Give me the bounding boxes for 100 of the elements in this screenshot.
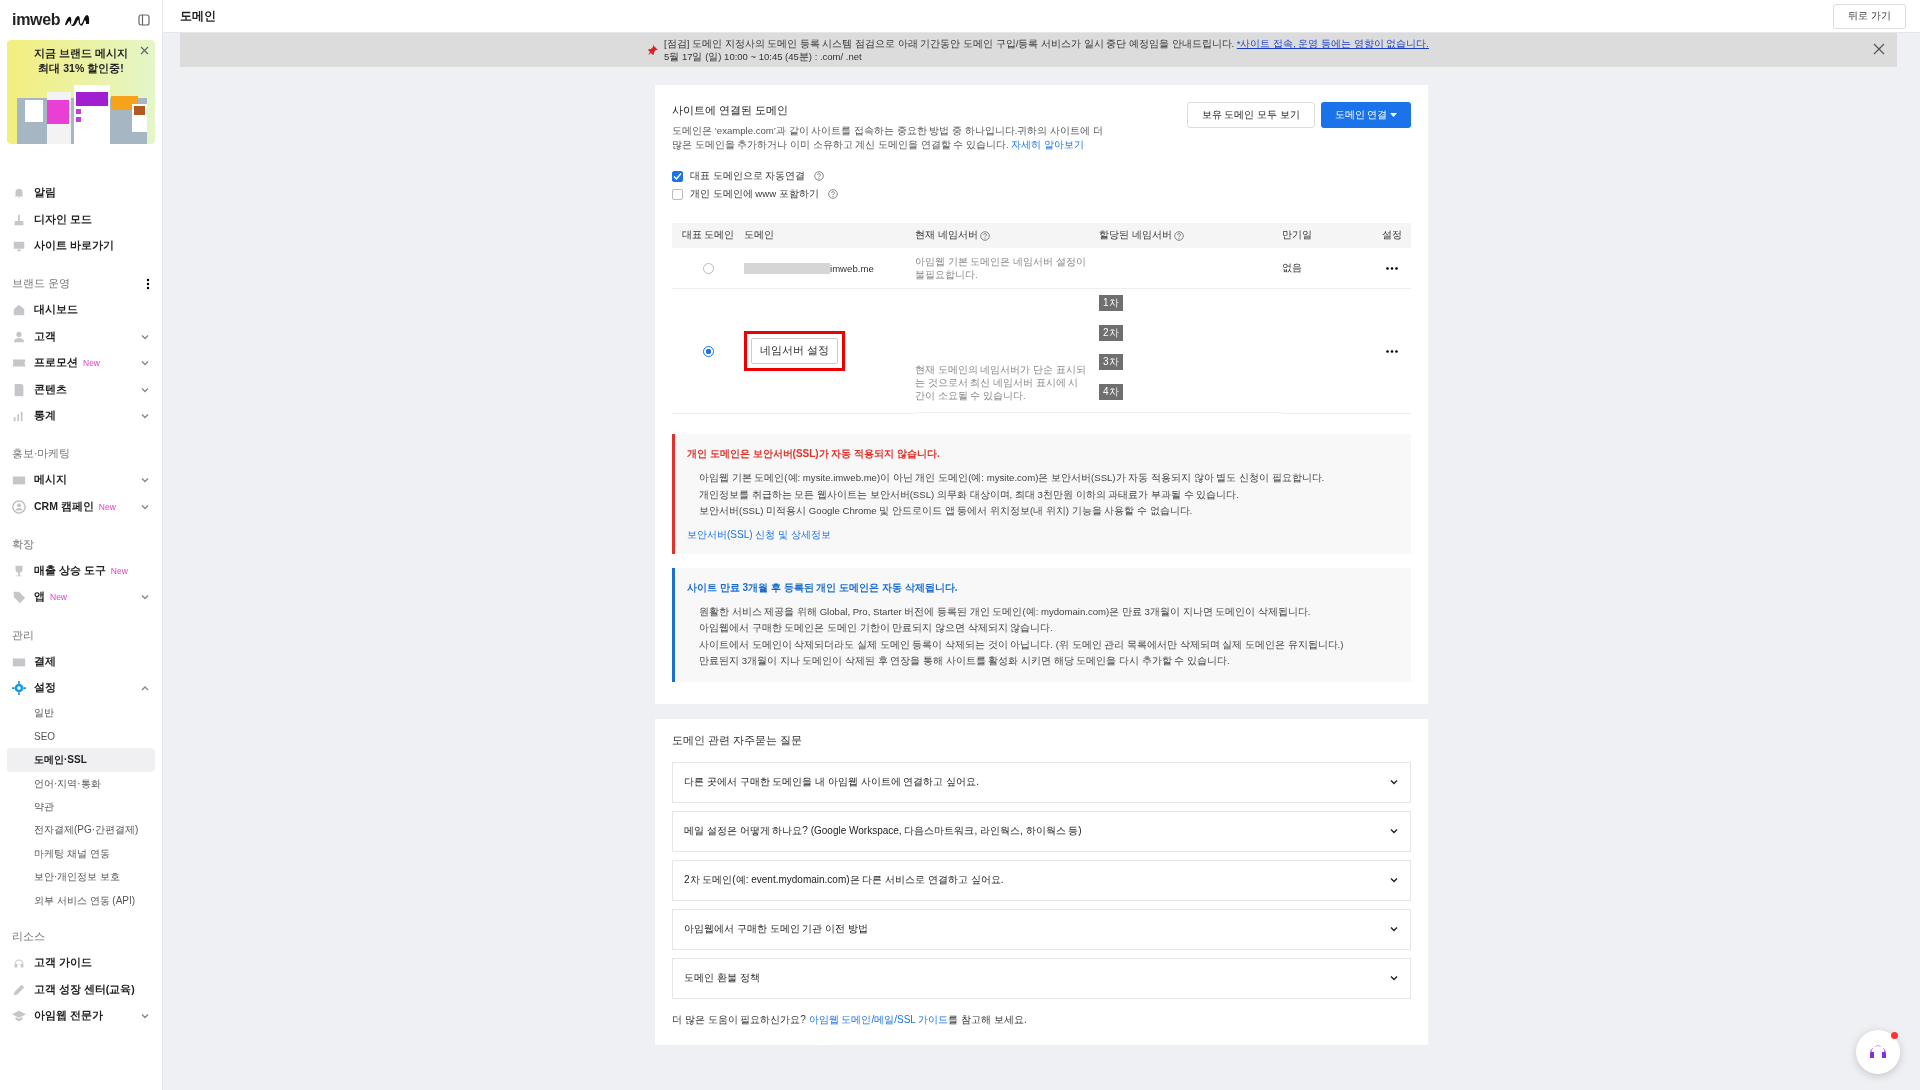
notification-dot (1891, 1032, 1898, 1039)
pencil-icon (12, 982, 26, 997)
chat-button[interactable] (1856, 1030, 1900, 1074)
alert-text: 원활한 서비스 제공을 위해 Global, Pro, Starter 버전에 등록된 개인 도메인(예: mydomain.com)은 만료 3개월이 지나면 도메인이 삭제됩니다. (698, 604, 1312, 619)
menu-item[interactable]: 설정 (7, 675, 155, 702)
description-text: 도메인은 ‘example.com’과 같이 사이트를 접속하는 중요한 방법 중 하나입니다.귀하의 사이트에 더 많은 도메인을 추가하거나 이미 소유하고 계신 도메인을 연결할 수 있습니다. 자세히 알아보기 (672, 124, 1104, 152)
menu-item[interactable]: 메시지 (7, 467, 155, 494)
menu-item[interactable]: 고객 가이드 (7, 950, 155, 977)
nameserver-tag: 2차 (1099, 324, 1123, 341)
expiry-date: 없음 (1282, 261, 1302, 275)
submenu-item[interactable]: 일반 (7, 701, 155, 725)
help-icon[interactable] (814, 171, 825, 181)
group-heading: 브랜드 운영 (12, 277, 70, 292)
sidebar-toggle-icon[interactable] (138, 14, 150, 26)
back-button[interactable]: 뒤로 가기 (1833, 3, 1906, 29)
document-icon (12, 382, 26, 397)
learn-more-link[interactable]: 자세히 알아보기 (1011, 139, 1084, 150)
menu-item[interactable]: 결제 (7, 648, 155, 676)
domain-name: imweb.me (830, 262, 874, 274)
new-label: New (98, 501, 116, 512)
guide-link[interactable]: 아임웹 도메인/메일/SSL 가이드 (808, 1013, 949, 1025)
radio-button[interactable] (702, 345, 714, 357)
nameserver-tag: 1차 (1099, 295, 1123, 311)
alert-text: 사이트에서 도메인이 삭제되더라도 실제 도메인 등록이 삭제되는 것이 아닙니다. (위 도메인 관리 목록에서만 삭제되며 실제 도메인은 유지됩니다.) (698, 637, 1345, 652)
alert-text: 만료된지 3개월이 지나 도메인이 삭제된 후 연장을 통해 사이트를 활성화 시키면 해당 도메인을 다시 추가할 수 있습니다. (698, 654, 1231, 668)
chevron-icon[interactable] (1389, 826, 1399, 836)
menu-item[interactable]: 통계 (7, 402, 155, 430)
menu-item[interactable]: 대시보드 (7, 297, 155, 324)
chevron-icon[interactable] (1389, 777, 1399, 787)
pin-icon (648, 45, 658, 55)
alert-text: 보안서버(SSL) 미적용시 Google Chrome 및 안드로이드 앱 등에서 위치정보(내 위치) 기능을 사용할 수 없습니다. (698, 504, 1194, 518)
column-header: 설정 (1381, 229, 1402, 242)
connect-domain-button[interactable]: 도메인 연결 (1320, 102, 1411, 128)
submenu-item[interactable]: 도메인·SSL (7, 748, 155, 772)
menu-item[interactable]: 콘텐츠 (7, 376, 155, 403)
schedule-text: 5월 17일 (일) 10:00 ~ 10:45 (45분) : .com/ .net (664, 50, 863, 63)
group-heading: 홍보·마케팅 (12, 447, 71, 462)
menu-item[interactable]: 고객 성장 센터(교육) (7, 976, 155, 1003)
help-icon[interactable] (827, 189, 838, 199)
menu-item[interactable]: 고객 (7, 323, 155, 350)
ssl-info-link[interactable]: 보안서버(SSL) 신청 및 상세정보 (687, 527, 831, 542)
column-header: 만기일 (1282, 229, 1312, 242)
tag-icon (12, 590, 26, 605)
submenu-item[interactable]: 외부 서비스 연동 (API) (7, 888, 155, 912)
submenu-item[interactable]: 마케팅 채널 연동 (7, 841, 155, 866)
column-header: 도메인 (744, 229, 774, 242)
chevron-icon[interactable] (1389, 973, 1399, 983)
column-header: 현재 네임서버 (915, 229, 978, 242)
menu-item[interactable]: 알림 (7, 180, 155, 207)
nameserver-settings-button[interactable]: 네임서버 설정 (751, 338, 838, 364)
more-icon[interactable] (146, 278, 150, 291)
gear-icon (12, 681, 26, 696)
more-icon[interactable] (1385, 266, 1398, 270)
submenu-item[interactable]: SEO (7, 724, 155, 749)
close-icon[interactable] (140, 46, 149, 55)
new-label: New (110, 566, 128, 577)
menu-item[interactable]: 아임웹 전문가 (7, 1002, 155, 1030)
nameserver-tag: 3차 (1099, 354, 1123, 371)
checkbox[interactable] (672, 188, 683, 200)
submenu-item[interactable]: 언어·지역·통화 (7, 771, 155, 796)
menu-item[interactable]: 사이트 바로가기 (7, 232, 155, 260)
menu-item[interactable]: 앱 New (7, 584, 155, 611)
view-domains-button[interactable]: 보유 도메인 모두 보기 (1186, 102, 1315, 128)
house-icon (12, 303, 26, 318)
notice-link[interactable]: *사이트 접속, 운영 등에는 영향이 없습니다. (1236, 38, 1429, 49)
bell-icon (12, 186, 26, 201)
faq-item[interactable]: 아임웹에서 구매한 도메인 기관 이전 방법 (672, 908, 1411, 950)
more-icon[interactable] (1385, 349, 1398, 353)
chevron-icon[interactable] (1389, 924, 1399, 934)
menu-item[interactable]: 프로모션 New (7, 349, 155, 377)
checkbox[interactable] (672, 170, 683, 182)
menu-item[interactable]: 디자인 모드 (7, 206, 155, 233)
alert-text: 개인정보를 취급하는 모든 웹사이트는 보안서버(SSL) 의무화 대상이며, 최대 3천만원 이하의 과태료가 부과될 수 있습니다. (698, 487, 1240, 502)
new-label: New (50, 592, 67, 603)
faq-item[interactable]: 다른 곳에서 구매한 도메인을 내 아임웹 사이트에 연결하고 싶어요. (672, 761, 1411, 803)
faq-item[interactable]: 메일 설정은 어떻게 하나요? (Google Workspace, 다음스마트워크, 라인웍스, 하이웍스 등) (672, 810, 1411, 852)
menu-item[interactable]: CRM 캠페인 New (7, 493, 155, 520)
person-icon (12, 329, 26, 344)
alert-title: 사이트 만료 3개월 후 등록된 개인 도메인은 자동 삭제됩니다. (687, 580, 959, 595)
help-icon[interactable] (979, 230, 990, 241)
submenu-item[interactable]: 보안·개인정보 보호 (7, 865, 155, 889)
close-icon[interactable] (1873, 43, 1885, 55)
submenu-item[interactable]: 전자결제(PG·간편결제) (7, 818, 155, 842)
column-header: 대표 도메인 (681, 229, 735, 242)
chevron-icon[interactable] (1389, 875, 1399, 885)
person-circle-icon (12, 499, 26, 514)
graduation-cap-icon (12, 1008, 26, 1023)
faq-item[interactable]: 도메인 환불 정책 (672, 957, 1411, 999)
submenu-item[interactable]: 약관 (7, 795, 155, 819)
faq-item[interactable]: 2차 도메인(예: event.mydomain.com)은 다른 서비스로 연결하고 싶어요. (672, 859, 1411, 901)
group-heading: 확장 (12, 537, 34, 552)
menu-item[interactable]: 매출 상승 도구 New (7, 557, 155, 585)
caret-icon (1390, 112, 1397, 118)
logo[interactable]: imweb (12, 11, 61, 29)
group-heading: 리소스 (12, 930, 45, 944)
column-header: 할당된 네임서버 (1099, 229, 1172, 242)
new-label: New (83, 358, 100, 369)
help-text: 더 많은 도움이 필요하신가요? 아임웹 도메인/메일/SSL 가이드를 참고해 보세요. (672, 1012, 1028, 1027)
card-title: 사이트에 연결된 도메인 (672, 104, 788, 118)
help-icon[interactable] (1173, 230, 1184, 241)
